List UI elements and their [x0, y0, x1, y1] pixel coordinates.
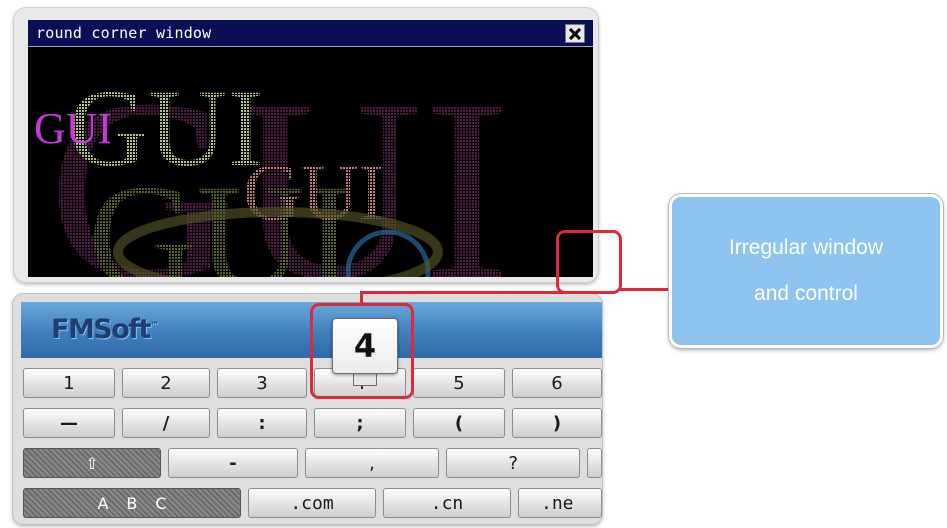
- close-button[interactable]: [565, 24, 585, 43]
- connector-line-h1: [360, 291, 566, 294]
- key-partial[interactable]: [587, 448, 602, 478]
- gui-word-purple: GUI: [34, 104, 112, 153]
- highlight-box-key-popup: [310, 303, 414, 399]
- connector-line-v: [360, 291, 363, 305]
- key-dash[interactable]: —: [23, 408, 115, 438]
- key-open-paren[interactable]: (: [413, 408, 505, 438]
- window-title-bar[interactable]: round corner window: [28, 20, 593, 47]
- key-colon[interactable]: :: [217, 408, 307, 438]
- abc-label-c: C: [155, 493, 167, 513]
- highlight-box-window-corner: [556, 230, 622, 294]
- key-6[interactable]: 6: [512, 368, 602, 398]
- key-5[interactable]: 5: [413, 368, 505, 398]
- key-2[interactable]: 2: [122, 368, 210, 398]
- key-semicolon[interactable]: ;: [314, 408, 406, 438]
- abc-label-b: B: [126, 493, 138, 513]
- key-question[interactable]: ?: [446, 448, 580, 478]
- abc-label-a: A: [97, 493, 109, 513]
- key-slash[interactable]: /: [122, 408, 210, 438]
- key-3[interactable]: 3: [217, 368, 307, 398]
- gui-word-pink: GUI: [243, 149, 385, 237]
- shift-key[interactable]: ⇧: [23, 448, 161, 478]
- callout-line-2: and control: [754, 282, 858, 305]
- abc-key[interactable]: A B C: [23, 488, 241, 518]
- callout-line-1: Irregular window: [728, 236, 884, 259]
- window-canvas: GUI GUI GUI GUI GUI: [28, 47, 593, 277]
- key-1[interactable]: 1: [23, 368, 115, 398]
- key-dot-com[interactable]: .com: [248, 488, 376, 518]
- shift-icon: ⇧: [85, 453, 99, 473]
- key-hyphen[interactable]: -: [168, 448, 298, 478]
- key-close-paren[interactable]: ): [512, 408, 602, 438]
- window-title: round corner window: [36, 24, 212, 42]
- fmsoft-logo: FMSoft™: [51, 314, 159, 345]
- key-dot-cn[interactable]: .cn: [383, 488, 511, 518]
- close-icon: [569, 27, 581, 40]
- round-corner-window: round corner window GUI GUI GUI GUI GUI: [28, 20, 593, 277]
- key-comma[interactable]: ,: [305, 448, 439, 478]
- callout-box: Irregular window and control: [669, 194, 943, 348]
- key-dot-ne[interactable]: .ne: [518, 488, 602, 518]
- connector-line-h2: [620, 288, 670, 291]
